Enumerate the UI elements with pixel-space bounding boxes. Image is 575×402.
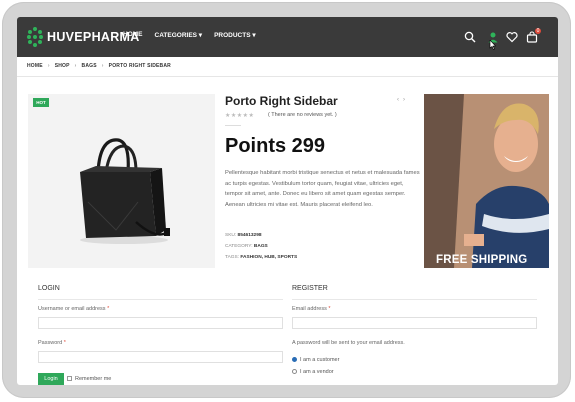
nav-categories[interactable]: CATEGORIES ▾ <box>155 31 203 39</box>
username-label: Username or email address * <box>38 306 110 312</box>
browser-screen: HUVEPHARMA HOME CATEGORIES ▾ PRODUCTS ▾ … <box>17 17 558 385</box>
wishlist-heart-icon[interactable] <box>506 31 518 43</box>
breadcrumb-home[interactable]: HOME <box>27 63 43 69</box>
username-input[interactable] <box>38 317 283 329</box>
vendor-radio-label: I am a vendor <box>300 369 334 375</box>
next-product-icon[interactable]: › <box>403 97 405 103</box>
tags-label: TAGS: <box>225 255 240 260</box>
free-shipping-banner[interactable]: FREE SHIPPING <box>424 94 549 268</box>
breadcrumb-separator: › <box>74 63 77 69</box>
nav-home[interactable]: HOME <box>123 31 143 39</box>
password-input[interactable] <box>38 351 283 363</box>
header-divider <box>17 76 558 77</box>
product-image[interactable]: HOT <box>28 94 215 268</box>
site-header: HUVEPHARMA HOME CATEGORIES ▾ PRODUCTS ▾ … <box>17 17 558 57</box>
sku-label: SKU: <box>225 233 237 238</box>
breadcrumb-current: PORTO RIGHT SIDEBAR <box>108 63 171 69</box>
register-title: REGISTER <box>292 285 328 292</box>
cart-count-badge: 0 <box>535 28 541 34</box>
tags-row: TAGS: FASHION, HUB, SPORTS <box>225 255 297 260</box>
breadcrumb: HOME › SHOP › BAGS › PORTO RIGHT SIDEBAR <box>27 63 171 69</box>
product-price: Points 299 <box>225 135 326 157</box>
vendor-radio[interactable] <box>292 369 297 374</box>
hot-badge: HOT <box>33 98 49 107</box>
customer-radio-label: I am a customer <box>300 357 340 363</box>
title-divider <box>225 125 241 126</box>
prev-product-icon[interactable]: ‹ <box>397 97 399 103</box>
category-link[interactable]: BAGS <box>254 244 268 249</box>
breadcrumb-separator: › <box>101 63 104 69</box>
product-description: Pellentesque habitant morbi tristique se… <box>225 170 420 208</box>
banner-photo <box>424 94 549 268</box>
sku-row: SKU: 854613298 <box>225 233 262 238</box>
password-label: Password * <box>38 340 66 346</box>
sku-value: 854613298 <box>237 233 262 238</box>
rating-stars: ★★★★★ <box>225 113 255 119</box>
remember-me-label: Remember me <box>75 376 112 382</box>
password-note: A password will be sent to your email ad… <box>292 340 405 346</box>
banner-text: FREE SHIPPING <box>436 254 528 266</box>
category-label: CATEGORY: <box>225 244 253 249</box>
tags-links[interactable]: FASHION, HUB, SPORTS <box>240 255 297 260</box>
mouse-cursor-icon <box>489 40 496 50</box>
register-divider <box>292 299 537 300</box>
remember-me-checkbox[interactable] <box>67 376 72 381</box>
category-row: CATEGORY: BAGS <box>225 244 268 249</box>
product-nav: ‹ › <box>397 97 405 103</box>
nav-products[interactable]: PRODUCTS ▾ <box>214 31 256 39</box>
handbag-image <box>80 138 170 244</box>
main-nav: HOME CATEGORIES ▾ PRODUCTS ▾ <box>123 31 256 39</box>
breadcrumb-bags[interactable]: BAGS <box>82 63 97 69</box>
breadcrumb-separator: › <box>47 63 50 69</box>
account-forms: LOGIN Username or email address * Passwo… <box>17 275 558 385</box>
breadcrumb-shop[interactable]: SHOP <box>55 63 70 69</box>
login-title: LOGIN <box>38 285 60 292</box>
search-icon[interactable] <box>464 31 476 43</box>
logo-mark-icon <box>27 27 45 47</box>
email-label: Email address * <box>292 306 331 312</box>
email-input[interactable] <box>292 317 537 329</box>
product-title: Porto Right Sidebar <box>225 94 338 108</box>
reviews-link[interactable]: ( There are no reviews yet. ) <box>268 112 337 118</box>
login-divider <box>38 299 283 300</box>
login-button[interactable]: Login <box>38 373 64 385</box>
customer-radio[interactable] <box>292 357 297 362</box>
